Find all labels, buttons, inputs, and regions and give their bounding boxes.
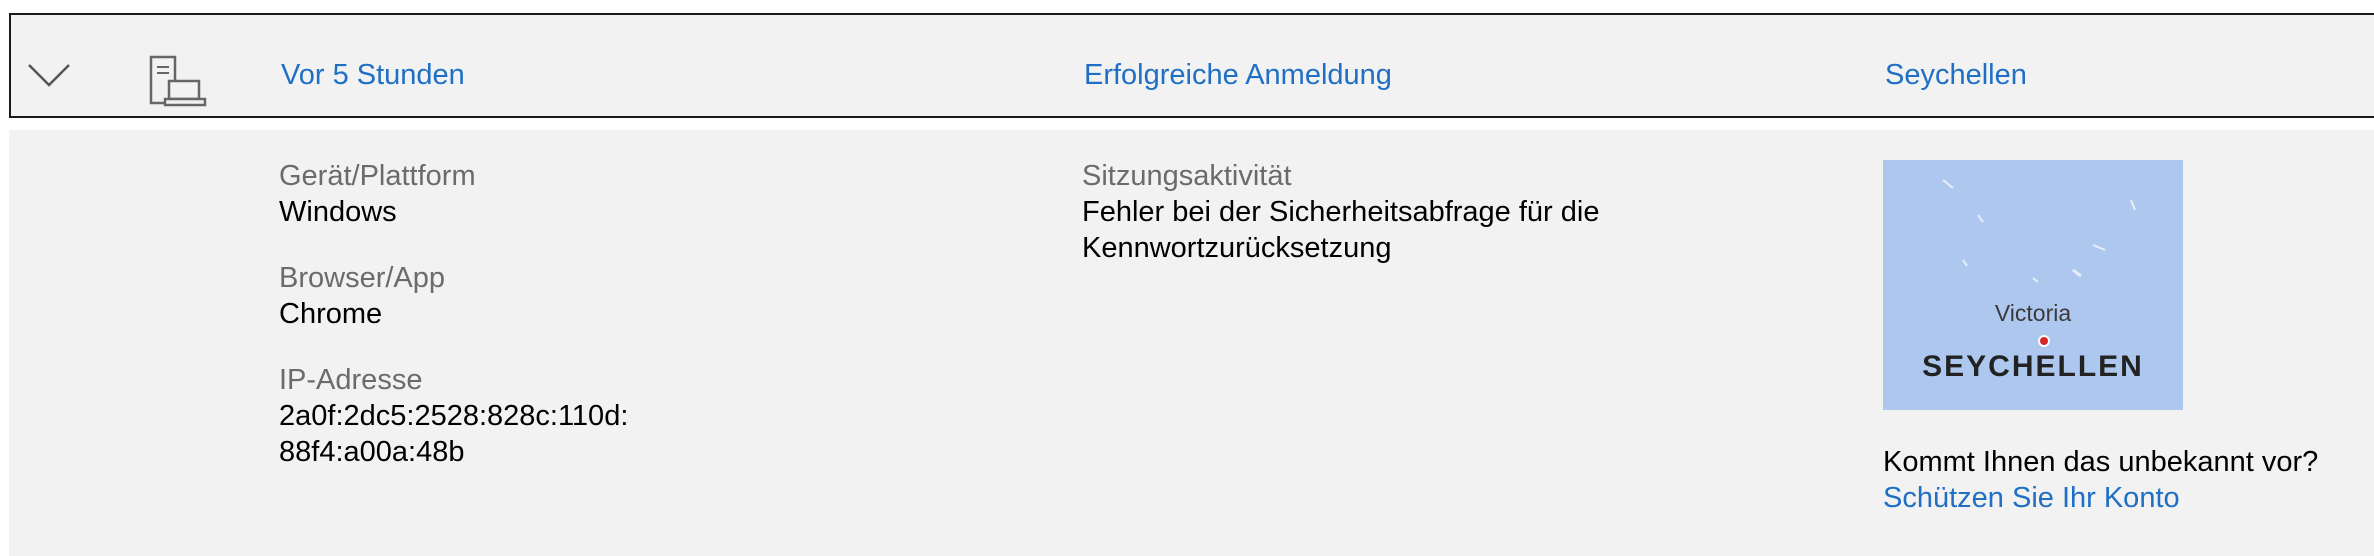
map-location-marker xyxy=(2038,335,2050,347)
map-city-label: Victoria xyxy=(1994,300,2072,326)
session-activity-line1: Fehler bei der Sicherheitsabfrage für di… xyxy=(1082,196,1600,228)
ip-label: IP-Adresse xyxy=(279,364,423,396)
session-activity-label: Sitzungsaktivität xyxy=(1082,160,1292,192)
device-label: Gerät/Plattform xyxy=(279,160,476,192)
desktop-laptop-icon xyxy=(149,55,209,112)
session-activity-value: Fehler bei der Sicherheitsabfrage für di… xyxy=(1082,194,1599,266)
activity-location-link[interactable]: Seychellen xyxy=(1885,59,2027,92)
browser-value: Chrome xyxy=(279,298,383,330)
protect-account-link[interactable]: Schützen Sie Ihr Konto xyxy=(1883,482,2180,515)
location-map: Victoria SEYCHELLEN xyxy=(1883,160,2183,410)
activity-event-link[interactable]: Erfolgreiche Anmeldung xyxy=(1084,59,1392,92)
ip-value: 2a0f:2dc5:2528:828c:110d: 88f4:a00a:48b xyxy=(279,398,628,470)
browser-label: Browser/App xyxy=(279,262,446,294)
map-country-label: SEYCHELLEN xyxy=(1922,350,2144,383)
device-value: Windows xyxy=(279,196,397,228)
ip-value-line2: 88f4:a00a:48b xyxy=(279,436,465,468)
chevron-down-icon[interactable] xyxy=(27,61,71,94)
activity-time-link[interactable]: Vor 5 Stunden xyxy=(281,59,465,92)
activity-row-header[interactable]: Vor 5 Stunden Erfolgreiche Anmeldung Sey… xyxy=(9,13,2374,118)
session-activity-line2: Kennwortzurücksetzung xyxy=(1082,232,1392,264)
unfamiliar-question: Kommt Ihnen das unbekannt vor? xyxy=(1883,446,2319,478)
activity-details-panel: Gerät/Plattform Windows Browser/App Chro… xyxy=(9,130,2374,556)
ip-value-line1: 2a0f:2dc5:2528:828c:110d: xyxy=(279,400,629,432)
